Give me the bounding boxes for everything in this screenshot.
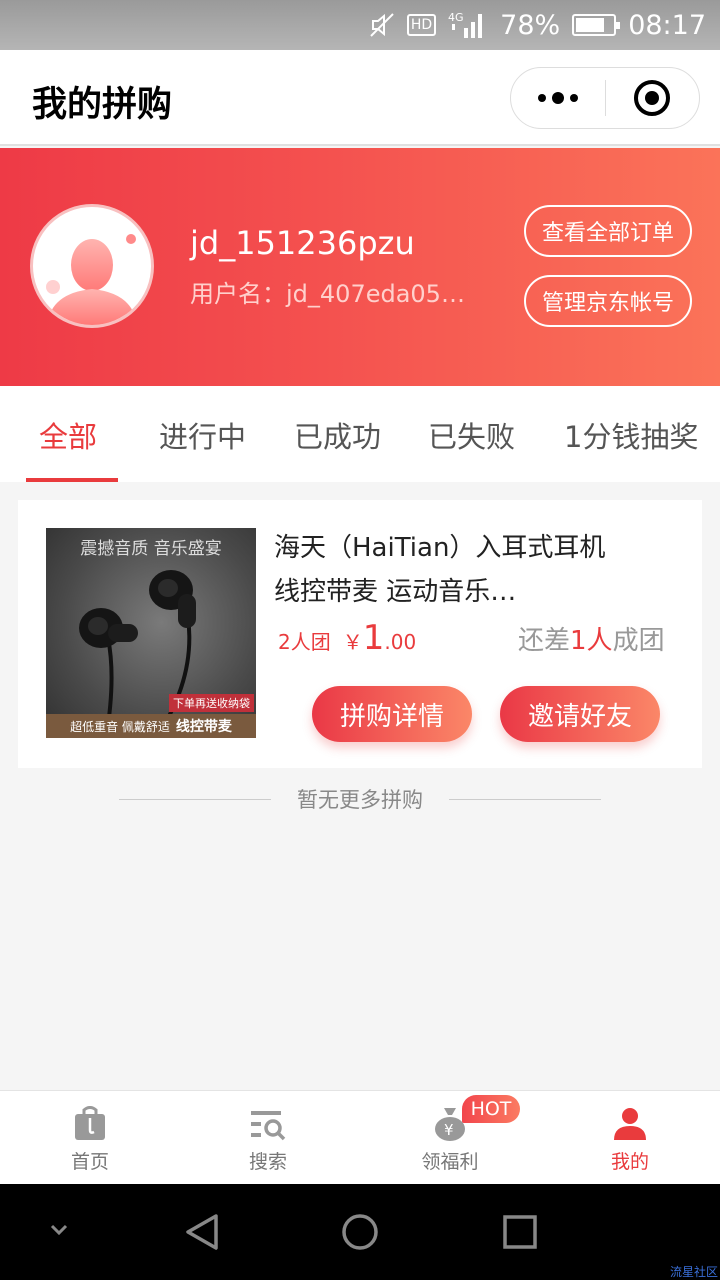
avatar[interactable] bbox=[30, 204, 154, 328]
hot-badge: HOT bbox=[462, 1095, 520, 1123]
tab-failed[interactable]: 已失败 bbox=[428, 414, 515, 456]
more-button[interactable] bbox=[511, 68, 605, 128]
tab-in-progress[interactable]: 进行中 bbox=[159, 414, 246, 456]
group-price: ￥1.00 bbox=[343, 618, 416, 658]
search-icon bbox=[248, 1105, 288, 1143]
price-decimal: .00 bbox=[384, 630, 417, 654]
nav-bar: 我的拼购 bbox=[0, 50, 720, 146]
close-button[interactable] bbox=[606, 68, 700, 128]
tabbar-search[interactable]: 搜索 bbox=[178, 1091, 358, 1185]
group-info: 2人团 ￥1.00 bbox=[278, 618, 416, 658]
user-username: 用户名：jd_407eda05… bbox=[190, 280, 465, 308]
shortfall-suffix: 成团 bbox=[612, 626, 665, 656]
signal-icon: 4G bbox=[448, 10, 488, 40]
tab-all[interactable]: 全部 bbox=[39, 414, 97, 456]
manage-account-button[interactable]: 管理京东帐号 bbox=[524, 275, 692, 327]
tab-lottery[interactable]: 1分钱抽奖 bbox=[564, 414, 698, 456]
no-more-text: 暂无更多拼购 bbox=[297, 788, 423, 812]
clock: 08:17 bbox=[628, 9, 706, 41]
group-shortfall: 还差1人成团 bbox=[518, 620, 665, 657]
user-icon bbox=[610, 1105, 650, 1143]
group-size: 2人团 bbox=[278, 630, 331, 654]
tabbar-home[interactable]: 首页 bbox=[0, 1091, 180, 1185]
back-icon[interactable] bbox=[182, 1212, 222, 1252]
product-image-tag: 下单再送收纳袋 bbox=[169, 694, 254, 712]
status-bar: HD 4G 78% 08:17 bbox=[0, 0, 720, 50]
shortfall-count: 1人 bbox=[570, 626, 613, 656]
price-integer: 1 bbox=[362, 618, 385, 658]
mini-program-capsule bbox=[510, 67, 700, 129]
home-icon[interactable] bbox=[340, 1212, 380, 1252]
group-detail-button[interactable]: 拼购详情 bbox=[312, 686, 472, 742]
recents-icon[interactable] bbox=[502, 1214, 538, 1250]
tab-indicator bbox=[26, 478, 118, 482]
svg-text:4G: 4G bbox=[448, 11, 464, 24]
user-nickname: jd_151236pzu bbox=[190, 224, 415, 262]
divider-line bbox=[119, 798, 271, 800]
order-tabs: 全部 进行中 已成功 已失败 1分钱抽奖 bbox=[0, 386, 720, 482]
shopping-bag-icon bbox=[70, 1105, 110, 1143]
page-title: 我的拼购 bbox=[32, 85, 173, 125]
tabbar-mine[interactable]: 我的 bbox=[540, 1091, 720, 1185]
no-more-divider: 暂无更多拼购 bbox=[0, 784, 720, 814]
hide-keyboard-icon[interactable] bbox=[44, 1220, 74, 1240]
tabbar-search-label: 搜索 bbox=[248, 1151, 287, 1173]
product-image[interactable]: 震撼音质 音乐盛宴 下单再送收纳袋 超低重音 佩戴舒适 线控带麦 bbox=[46, 528, 256, 738]
system-navigation-bar: 流星社区 bbox=[0, 1184, 720, 1280]
mute-icon bbox=[369, 12, 395, 38]
battery-percent: 78% bbox=[500, 9, 561, 41]
product-title[interactable]: 海天（HaiTian）入耳式耳机线控带麦 运动音乐… bbox=[274, 526, 614, 614]
hd-icon: HD bbox=[406, 14, 437, 36]
product-image-footer: 超低重音 佩戴舒适 线控带麦 bbox=[46, 714, 256, 738]
product-image-footer-highlight: 线控带麦 bbox=[175, 719, 232, 735]
product-image-footer-text: 超低重音 佩戴舒适 bbox=[70, 719, 170, 734]
profile-banner: jd_151236pzu 用户名：jd_407eda05… 查看全部订单 管理京… bbox=[0, 148, 720, 386]
tabbar-mine-label: 我的 bbox=[610, 1151, 649, 1173]
price-symbol: ￥ bbox=[342, 630, 363, 654]
svg-text:¥: ¥ bbox=[444, 1121, 454, 1139]
bottom-tab-bar: 首页 搜索 ¥ 领福利 我的 HOT bbox=[0, 1090, 720, 1184]
target-icon bbox=[634, 80, 671, 116]
tabbar-home-label: 首页 bbox=[70, 1151, 109, 1173]
tabbar-welfare-label: 领福利 bbox=[421, 1151, 479, 1173]
invite-friends-button[interactable]: 邀请好友 bbox=[500, 686, 660, 742]
shortfall-prefix: 还差 bbox=[518, 626, 571, 656]
tab-succeeded[interactable]: 已成功 bbox=[294, 414, 381, 456]
view-all-orders-button[interactable]: 查看全部订单 bbox=[524, 205, 692, 257]
watermark: 流星社区 bbox=[669, 1265, 718, 1279]
divider-line bbox=[449, 798, 601, 800]
order-card[interactable]: 震撼音质 音乐盛宴 下单再送收纳袋 超低重音 佩戴舒适 线控带麦 海天（HaiT… bbox=[18, 500, 702, 768]
battery-icon bbox=[572, 14, 621, 36]
